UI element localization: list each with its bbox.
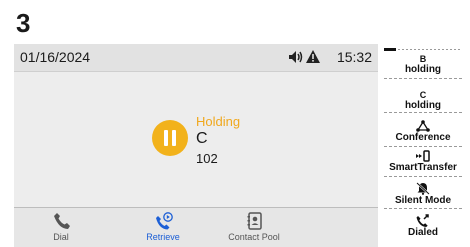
softkey-line-c-name: C <box>419 90 427 100</box>
tab-retrieve-label: Retrieve <box>146 232 180 242</box>
hold-icon[interactable] <box>152 120 188 156</box>
call-status: Holding <box>196 114 241 129</box>
bell-off-icon <box>416 182 430 195</box>
softkey-smarttransfer[interactable]: SmartTransfer <box>384 150 462 177</box>
conference-icon <box>416 120 430 132</box>
caller-number: 102 <box>196 151 218 166</box>
phone-screen: 01/16/2024 15:32 Holding C 102 Dial Retr… <box>14 44 378 247</box>
softkey-conference[interactable]: Conference <box>384 120 462 147</box>
tab-contact-pool[interactable]: Contact Pool <box>209 208 299 247</box>
softkey-line-b-status: holding <box>404 64 442 75</box>
tab-retrieve[interactable]: Retrieve <box>118 208 208 247</box>
dialed-call-icon <box>416 214 429 227</box>
contact-book-icon <box>246 212 264 230</box>
date-label: 01/16/2024 <box>20 49 91 65</box>
speaker-volume-icon <box>288 50 304 69</box>
softkey-smarttransfer-label: SmartTransfer <box>389 162 457 173</box>
softkey-dialed[interactable]: Dialed <box>384 214 462 242</box>
softkey-silent-mode-label: Silent Mode <box>394 195 452 206</box>
tab-contact-pool-label: Contact Pool <box>228 232 280 242</box>
phone-icon <box>53 212 71 230</box>
softkey-line-c-status: holding <box>404 100 442 111</box>
softkey-top-divider <box>384 48 462 51</box>
transfer-icon <box>416 150 430 162</box>
warning-icon <box>306 50 320 68</box>
softkey-panel: B holding C holding Conference SmartTran… <box>384 44 462 246</box>
softkey-dialed-label: Dialed <box>407 227 438 238</box>
tab-dial-label: Dial <box>53 232 69 242</box>
softkey-line-c[interactable]: C holding <box>384 90 462 113</box>
softkey-silent-mode[interactable]: Silent Mode <box>384 182 462 209</box>
step-number: 3 <box>16 8 31 38</box>
time-label: 15:32 <box>336 49 372 65</box>
status-bar: 01/16/2024 15:32 <box>14 44 378 72</box>
tab-dial[interactable]: Dial <box>16 208 106 247</box>
softkey-conference-label: Conference <box>395 132 451 143</box>
caller-name: C <box>196 130 208 147</box>
softkey-line-b[interactable]: B holding <box>384 54 462 79</box>
softkey-line-b-name: B <box>419 54 427 64</box>
retrieve-call-icon <box>155 212 173 230</box>
bottom-tab-bar: Dial Retrieve Contact Pool <box>14 207 378 247</box>
